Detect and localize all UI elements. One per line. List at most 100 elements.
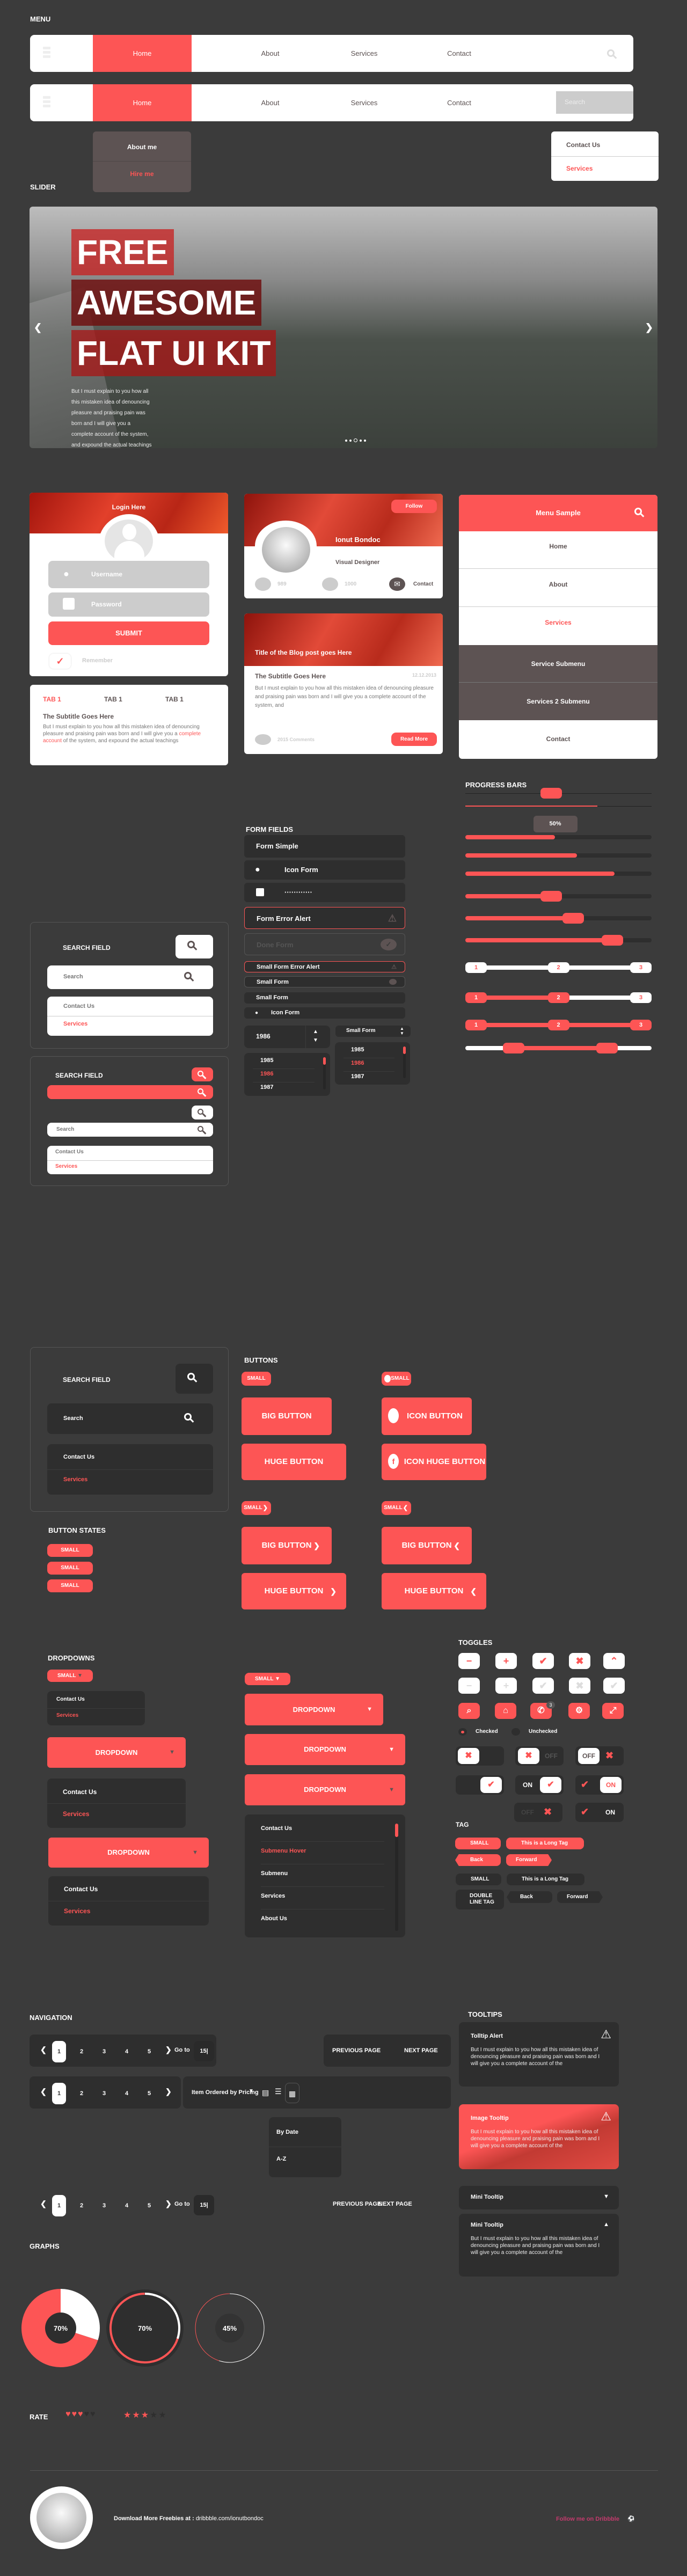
search-icon[interactable]: [607, 49, 615, 57]
result-services[interactable]: Services: [63, 1476, 87, 1483]
check-icon-toggle[interactable]: ✔: [532, 1653, 554, 1669]
small-button-normal[interactable]: SMALL: [47, 1544, 93, 1557]
search-input-dark[interactable]: Search: [47, 1403, 213, 1434]
nav-item-contact[interactable]: Contact: [439, 84, 479, 121]
previous-page-link[interactable]: PREVIOUS PAGE: [332, 2047, 381, 2054]
slider-dot[interactable]: [349, 440, 352, 442]
page-4[interactable]: 4: [120, 2083, 134, 2104]
result-services[interactable]: Services: [55, 1163, 77, 1169]
dropdown-button-3[interactable]: DROPDOWN ▼: [245, 1734, 405, 1765]
dropdown-item-contact-us[interactable]: Contact Us: [566, 141, 600, 149]
minus-icon-toggle[interactable]: −: [458, 1653, 480, 1669]
chevron-left-icon[interactable]: ❮: [40, 2199, 47, 2208]
slider-track[interactable]: [465, 788, 652, 799]
nav-item-services[interactable]: Services: [344, 35, 384, 72]
sort-option-by-date[interactable]: By Date: [276, 2129, 298, 2135]
dropdown-item-contact-us[interactable]: Contact Us: [63, 1788, 97, 1796]
year-option[interactable]: 1986: [260, 1071, 273, 1077]
tag-double-line[interactable]: DOUBLE LINE TAG: [456, 1890, 504, 1909]
dropdown-item[interactable]: About Us: [261, 1915, 287, 1922]
range-knob-max[interactable]: [596, 1043, 618, 1053]
range-slider[interactable]: [465, 1043, 652, 1053]
scrollbar[interactable]: [395, 1824, 398, 1931]
small-next-button[interactable]: SMALL ❯: [242, 1501, 271, 1515]
dropdown-button-2[interactable]: DROPDOWN ▼: [245, 1694, 383, 1725]
dropdown-item-services[interactable]: Services: [566, 165, 593, 172]
menu-sample-item-services[interactable]: Services: [459, 608, 657, 645]
chevron-down-icon[interactable]: ▼: [249, 2088, 254, 2094]
switch-on-2[interactable]: ON ✔: [515, 1775, 564, 1795]
page-5[interactable]: 5: [142, 2195, 156, 2216]
submenu-item-about-me[interactable]: About me: [93, 143, 191, 151]
slider-next-icon[interactable]: ❯: [645, 322, 653, 333]
dropdown-item-services[interactable]: Services: [63, 1810, 89, 1818]
slider[interactable]: [465, 935, 652, 946]
switch-on-plain[interactable]: ✔ ON: [575, 1803, 624, 1822]
chevron-right-icon[interactable]: ❯: [165, 2199, 172, 2208]
star-icon[interactable]: ★: [158, 2410, 166, 2420]
star-icon[interactable]: ★: [132, 2410, 140, 2420]
search-input[interactable]: Search: [556, 91, 633, 114]
search-button-red[interactable]: [192, 1067, 213, 1081]
big-back-button[interactable]: BIG BUTTON ❮: [382, 1527, 472, 1564]
slider-knob[interactable]: [602, 935, 624, 946]
tag-back[interactable]: Back: [455, 1854, 501, 1866]
nav-item-about[interactable]: About: [250, 84, 290, 121]
read-more-button[interactable]: Read More: [391, 733, 437, 746]
huge-button[interactable]: HUGE BUTTON: [242, 1444, 346, 1480]
small-button-pressed[interactable]: SMALL: [47, 1579, 93, 1592]
huge-back-button[interactable]: HUGE BUTTON ❮: [382, 1573, 486, 1609]
radio-unchecked[interactable]: [511, 1728, 520, 1736]
star-icon[interactable]: ★: [150, 2410, 157, 2420]
sort-option-a-z[interactable]: A-Z: [276, 2156, 286, 2162]
big-next-button[interactable]: BIG BUTTON ❯: [242, 1527, 332, 1564]
menu-sample-item-about[interactable]: About: [459, 569, 657, 607]
menu-sample-submenu-2[interactable]: Services 2 Submenu: [459, 683, 657, 720]
dropdown-item-services[interactable]: Services: [64, 1907, 90, 1915]
dropdown-button[interactable]: DROPDOWN ▼: [47, 1737, 186, 1768]
menu-sample-item-contact[interactable]: Contact: [459, 720, 657, 758]
goto-input[interactable]: 15|: [194, 2041, 214, 2061]
small-form-done-input[interactable]: Small Form: [244, 976, 405, 987]
small-dropdown-2[interactable]: SMALL ▼: [245, 1673, 290, 1685]
search-input-red[interactable]: [47, 1085, 213, 1099]
year-option[interactable]: 1987: [351, 1073, 364, 1080]
blog-comments[interactable]: 2015 Comments: [277, 737, 315, 742]
heart-rating[interactable]: ♥ ♥ ♥ ♥ ♥: [65, 2410, 96, 2419]
step-2[interactable]: 2: [547, 992, 569, 1003]
close-icon-toggle[interactable]: ✖: [569, 1653, 590, 1669]
huge-next-button[interactable]: HUGE BUTTON ❯: [242, 1573, 346, 1609]
nav-item-home[interactable]: Home: [93, 84, 192, 121]
step-1[interactable]: 1: [465, 1020, 487, 1030]
heart-icon[interactable]: ♥: [78, 2410, 83, 2419]
minus-icon-toggle[interactable]: −: [458, 1678, 480, 1694]
plus-icon-toggle[interactable]: +: [495, 1653, 517, 1669]
tag-long-dark[interactable]: This is a Long Tag: [507, 1874, 584, 1885]
form-done-input[interactable]: Done Form ✓: [244, 933, 405, 955]
tag-forward-dark[interactable]: Forward: [557, 1891, 603, 1903]
grid-view-icon[interactable]: ▦: [285, 2083, 299, 2103]
password-input[interactable]: Password: [48, 592, 209, 617]
chevron-left-icon[interactable]: ❮: [40, 2087, 47, 2096]
page-1[interactable]: 1: [52, 2041, 66, 2062]
star-icon[interactable]: ★: [123, 2410, 131, 2420]
tag-small-dark[interactable]: SMALL: [456, 1874, 501, 1885]
step-2[interactable]: 2: [547, 962, 569, 973]
page-5[interactable]: 5: [142, 2041, 156, 2062]
star-icon[interactable]: ★: [141, 2410, 149, 2420]
year-option[interactable]: 1987: [260, 1084, 273, 1091]
form-simple-input[interactable]: Form Simple: [244, 835, 405, 858]
switch-off-1[interactable]: ✖: [456, 1746, 504, 1766]
icon-button[interactable]: ICON BUTTON: [382, 1397, 472, 1435]
step-3[interactable]: 3: [630, 992, 652, 1003]
list-detail-view-icon[interactable]: ▤: [262, 2088, 269, 2097]
small-dropdown[interactable]: SMALL ▼: [47, 1670, 93, 1682]
chevron-down-icon[interactable]: ▼: [313, 1037, 318, 1043]
search-icon-button[interactable]: ⌕: [458, 1703, 480, 1719]
dropdown-button-4[interactable]: DROPDOWN ▼: [245, 1774, 405, 1805]
year-option[interactable]: 1986: [351, 1060, 364, 1066]
slider-knob[interactable]: [540, 891, 562, 902]
chevron-up-icon[interactable]: ▲: [313, 1029, 318, 1035]
gear-icon-button[interactable]: ⚙: [568, 1703, 590, 1719]
submit-button[interactable]: SUBMIT: [48, 621, 209, 645]
